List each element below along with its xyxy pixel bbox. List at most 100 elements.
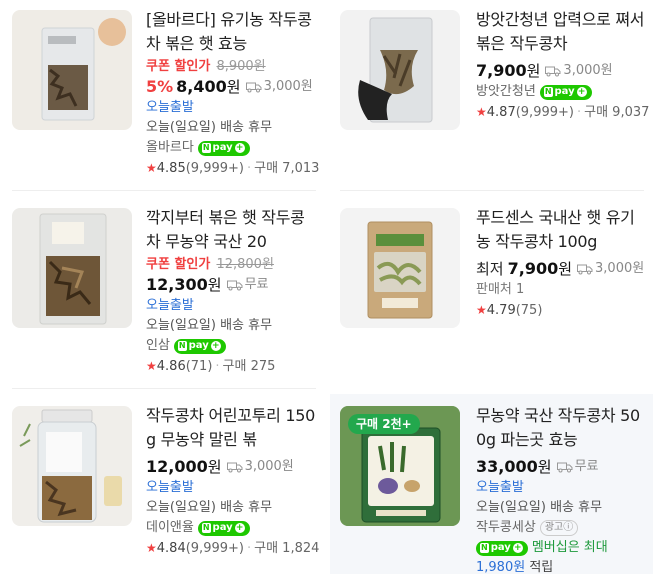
delivery-tag: 오늘출발	[146, 298, 194, 313]
star-icon: ★	[476, 105, 487, 119]
tea-jar-image	[12, 406, 132, 526]
product-card[interactable]: 방앗간청년 압력으로 쪄서 볶은 작두콩차 7,900 원 3,000원 방앗간청…	[330, 0, 653, 190]
product-title[interactable]: [올바르다] 유기농 작두콩차 볶은 햇 효능	[146, 8, 318, 56]
npay-n-icon: N	[177, 341, 187, 351]
seller-name[interactable]: 올바르다	[146, 138, 194, 158]
delivery-tag: 오늘출발	[146, 480, 194, 495]
membership-row: Npay + 멤버십은 최대	[476, 538, 648, 558]
product-title[interactable]: 작두콩차 어린꼬투리 150g 무농약 말린 볶	[146, 404, 318, 452]
product-card-ad[interactable]: 구매 2천+ 무농약 국산 작두콩차 500g 파는곳 효능 33,000 원 무…	[330, 394, 653, 574]
purchase-count-badge: 구매 2천+	[348, 414, 420, 434]
separator-dot: ·	[576, 105, 582, 120]
coupon-row: 쿠폰 할인가 12,800원	[146, 256, 318, 274]
truck-icon	[556, 462, 573, 473]
star-icon: ★	[146, 541, 157, 555]
shipping-fee: 3,000원	[263, 79, 313, 94]
npay-badge: Npay +	[173, 338, 226, 354]
product-title[interactable]: 깍지부터 볶은 햇 작두콩차 무농약 국산 20	[146, 206, 318, 254]
seller-name[interactable]: 작두콩세상	[476, 518, 536, 538]
review-count[interactable]: (9,999+)	[516, 105, 574, 120]
product-image[interactable]	[12, 406, 132, 526]
ad-badge[interactable]: 광고ⓘ	[539, 520, 579, 536]
rating-row: ★4.85(9,999+) · 구매 7,013	[146, 158, 319, 179]
plus-icon: +	[234, 143, 245, 153]
product-info: 방앗간청년 압력으로 쪄서 볶은 작두콩차 7,900 원 3,000원 방앗간청…	[476, 8, 649, 123]
truck-icon	[245, 82, 262, 93]
shipping-fee: 무료	[244, 277, 269, 292]
coupon-label: 쿠폰 할인가	[146, 257, 211, 272]
separator-dot: ·	[246, 541, 252, 556]
npay-badge: Npay +	[197, 140, 250, 156]
price-row: 7,900 원 3,000원	[476, 60, 648, 82]
seller-row: 인삼 Npay +	[146, 336, 318, 356]
npay-badge: Npay +	[539, 84, 592, 100]
product-info: 푸드센스 국내산 햇 유기농 작두콩차 100g 최저 7,900 원 3,000…	[476, 206, 648, 321]
price: 33,000	[476, 457, 538, 476]
review-count[interactable]: (71)	[186, 359, 213, 374]
npay-n-icon: N	[543, 87, 553, 97]
seller-row: 데이앤율 Npay +	[146, 518, 318, 538]
plus-icon: +	[576, 87, 587, 97]
delivery-tag: 오늘출발	[146, 100, 194, 115]
tea-bag-product-image	[12, 208, 132, 328]
seller-name[interactable]: 인삼	[146, 336, 170, 356]
shipping-fee: 무료	[574, 459, 599, 474]
plus-icon: +	[234, 523, 245, 533]
delivery-note: 오늘(일요일) 배송 휴무	[146, 120, 273, 135]
rating-row: ★4.87(9,999+) · 구매 9,037	[476, 102, 649, 123]
hand-holding-tea-bag-image	[340, 10, 460, 130]
product-image[interactable]	[340, 10, 460, 130]
product-card[interactable]: 푸드센스 국내산 햇 유기농 작두콩차 100g 최저 7,900 원 3,000…	[330, 196, 653, 386]
product-title[interactable]: 푸드센스 국내산 햇 유기농 작두콩차 100g	[476, 206, 648, 254]
points-row: 1,980원 적립	[476, 558, 648, 574]
discount-percent: 5%	[146, 77, 174, 96]
won-label: 원	[526, 62, 541, 80]
rating-score: 4.87	[486, 105, 516, 120]
won-label: 원	[558, 260, 573, 278]
price-row: 5% 8,400 원 3,000원	[146, 76, 318, 98]
truck-icon	[545, 66, 561, 77]
tea-bag-product-image	[12, 10, 132, 130]
rating-row: ★4.84(9,999+) · 구매 1,824	[146, 538, 320, 559]
npay-n-icon: N	[201, 523, 211, 533]
product-card[interactable]: 작두콩차 어린꼬투리 150g 무농약 말린 볶 12,000 원 3,000원 …	[0, 394, 320, 574]
membership-text: 멤버십은 최대	[531, 540, 608, 555]
product-image[interactable]	[340, 208, 460, 328]
price-row: 12,000 원 3,000원	[146, 456, 318, 478]
seller-row: 작두콩세상 광고ⓘ	[476, 518, 648, 538]
review-count[interactable]: (75)	[516, 303, 543, 318]
separator-dot: ·	[246, 161, 252, 176]
seller-name[interactable]: 데이앤율	[146, 518, 194, 538]
product-info: 작두콩차 어린꼬투리 150g 무농약 말린 볶 12,000 원 3,000원 …	[146, 404, 320, 559]
review-count[interactable]: (9,999+)	[186, 541, 244, 556]
review-count[interactable]: (9,999+)	[186, 161, 244, 176]
product-card[interactable]: [올바르다] 유기농 작두콩차 볶은 햇 효능 쿠폰 할인가 8,900원 5%…	[0, 0, 320, 190]
seller-count[interactable]: 판매처 1	[476, 280, 648, 300]
price: 8,400	[176, 77, 227, 96]
product-info: 깍지부터 볶은 햇 작두콩차 무농약 국산 20 쿠폰 할인가 12,800원 …	[146, 206, 318, 377]
rating-row: ★4.86(71) · 구매 275	[146, 356, 318, 377]
rating-row: ★4.79(75)	[476, 300, 648, 321]
product-title[interactable]: 무농약 국산 작두콩차 500g 파는곳 효능	[476, 404, 648, 452]
rating-score: 4.79	[486, 303, 516, 318]
product-title[interactable]: 방앗간청년 압력으로 쪄서 볶은 작두콩차	[476, 8, 648, 56]
rating-score: 4.86	[156, 359, 186, 374]
shipping-fee: 3,000원	[595, 261, 645, 276]
product-card[interactable]: 깍지부터 볶은 햇 작두콩차 무농약 국산 20 쿠폰 할인가 12,800원 …	[0, 196, 320, 386]
product-image[interactable]: 구매 2천+	[340, 406, 460, 526]
price: 7,900	[507, 259, 559, 278]
product-image[interactable]	[12, 208, 132, 328]
product-image[interactable]	[12, 10, 132, 130]
won-label: 원	[226, 78, 241, 96]
divider	[12, 190, 316, 191]
plus-icon: +	[210, 341, 221, 351]
purchase-count: 구매 1,824	[254, 541, 320, 556]
seller-row: 올바르다 Npay +	[146, 138, 318, 158]
star-icon: ★	[146, 359, 157, 373]
npay-badge: Npay +	[197, 520, 250, 536]
rating-score: 4.85	[156, 161, 186, 176]
star-icon: ★	[146, 161, 157, 175]
won-label: 원	[207, 276, 222, 294]
seller-name[interactable]: 방앗간청년	[476, 82, 536, 102]
price: 12,000	[146, 457, 208, 476]
